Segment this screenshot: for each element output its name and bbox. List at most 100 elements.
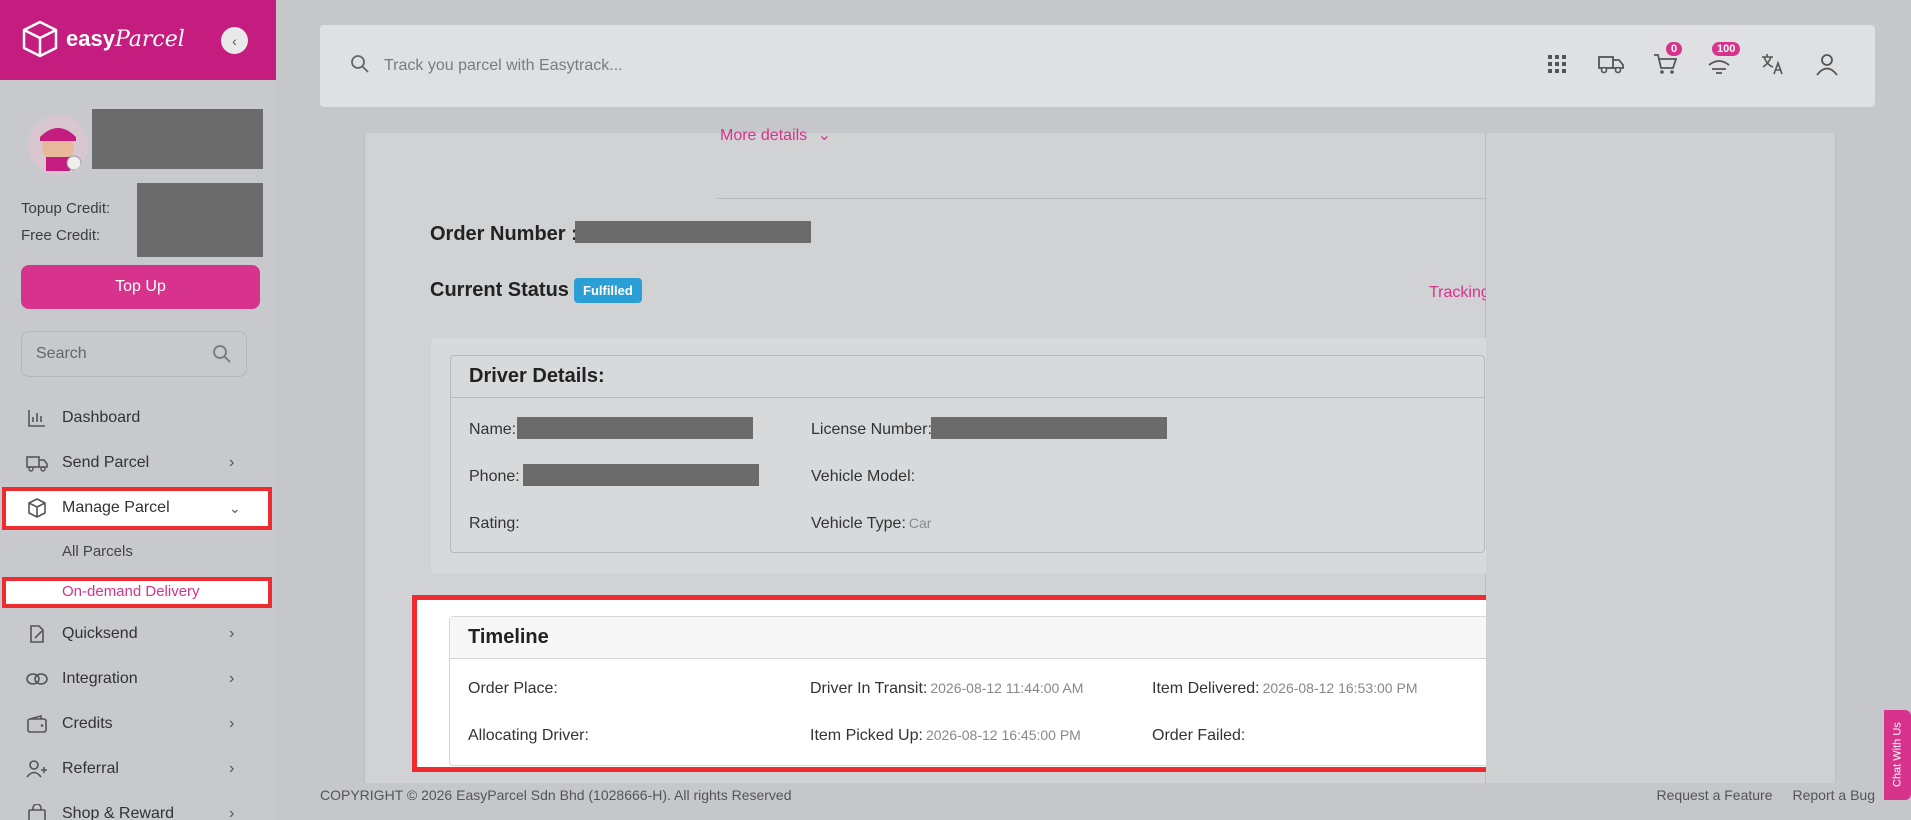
allocating-driver-label: Allocating Driver: bbox=[468, 727, 589, 744]
sidebar-item-credits[interactable]: Credits › bbox=[0, 702, 276, 746]
sidebar-item-label: Shop & Reward bbox=[62, 805, 175, 820]
chevron-right-icon: › bbox=[229, 454, 235, 471]
apps-grid-icon[interactable] bbox=[1544, 50, 1570, 78]
sidebar-item-send-parcel[interactable]: Send Parcel › bbox=[0, 441, 276, 485]
sidebar-item-dashboard[interactable]: Dashboard bbox=[0, 396, 276, 440]
avatar-mascot-icon bbox=[40, 128, 82, 171]
sidebar-item-quicksend[interactable]: Quicksend › bbox=[0, 612, 276, 656]
chevron-right-icon: › bbox=[229, 805, 235, 820]
truck-icon bbox=[26, 452, 48, 474]
redacted-license-number bbox=[931, 417, 1167, 439]
status-badge: Fulfilled bbox=[574, 278, 642, 303]
chevron-right-icon: › bbox=[229, 715, 235, 732]
chevron-right-icon: › bbox=[229, 670, 235, 687]
collapse-sidebar-button[interactable]: ‹ bbox=[221, 27, 248, 54]
top-up-button[interactable]: Top Up bbox=[21, 265, 260, 309]
chevron-right-icon: › bbox=[229, 760, 235, 777]
license-number-label: License Number: bbox=[811, 421, 932, 438]
redacted-credit-values bbox=[137, 183, 263, 257]
easytrack-search-input[interactable]: Track you parcel with Easytrack... bbox=[350, 43, 1500, 89]
chart-icon bbox=[26, 407, 48, 429]
sidebar-item-label: Dashboard bbox=[62, 409, 141, 426]
header-icons: 0 100 bbox=[1544, 42, 1840, 78]
easytrack-search-placeholder: Track you parcel with Easytrack... bbox=[384, 57, 623, 74]
sidebar-item-label: Integration bbox=[62, 670, 138, 687]
timeline-highlight: Timeline Order Place: Driver In Transit:… bbox=[412, 595, 1508, 772]
sidebar-item-integration[interactable]: Integration › bbox=[0, 657, 276, 701]
bag-icon bbox=[26, 803, 48, 820]
picked-up-label: Item Picked Up: bbox=[810, 727, 923, 744]
link-icon bbox=[26, 668, 48, 690]
delivery-truck-icon[interactable] bbox=[1598, 50, 1624, 78]
driver-details-title: Driver Details: bbox=[451, 356, 1484, 398]
more-details-label: More details bbox=[720, 127, 808, 144]
divider bbox=[717, 198, 1487, 199]
in-transit-label: Driver In Transit: bbox=[810, 680, 928, 697]
sidebar-search-placeholder: Search bbox=[36, 345, 87, 362]
chevron-right-icon: › bbox=[229, 625, 235, 642]
delivered-value: 2026-08-12 16:53:00 PM bbox=[1262, 680, 1418, 696]
tracking-link[interactable]: Tracking bbox=[1429, 284, 1490, 302]
driver-name-label: Name: bbox=[469, 421, 517, 438]
sidebar-item-label: Referral bbox=[62, 760, 119, 777]
sidebar-item-shop-reward[interactable]: Shop & Reward › bbox=[0, 792, 276, 820]
sidebar-item-label: Credits bbox=[62, 715, 113, 732]
sidebar-item-label: Manage Parcel bbox=[62, 499, 170, 516]
topup-credit-label: Topup Credit: bbox=[21, 200, 111, 217]
item-picked-up-field: Item Picked Up: 2026-08-12 16:45:00 PM bbox=[810, 727, 1081, 745]
driver-phone-label: Phone: bbox=[469, 468, 520, 485]
item-delivered-field: Item Delivered: 2026-08-12 16:53:00 PM bbox=[1152, 680, 1417, 698]
driver-details-section: Driver Details: Name: License Number: Ph… bbox=[450, 355, 1485, 553]
cart-icon[interactable]: 0 bbox=[1652, 42, 1683, 78]
box-logo-icon bbox=[22, 20, 58, 58]
current-status-label: Current Status : bbox=[430, 279, 582, 301]
timeline-title: Timeline bbox=[450, 617, 1490, 659]
sidebar-item-manage-parcel[interactable]: Manage Parcel ⌄ bbox=[0, 486, 276, 530]
sidebar: easyParcel ‹ Topup Credit: Free Credit: … bbox=[0, 0, 276, 820]
redacted-username bbox=[92, 109, 263, 169]
order-detail-card: More details ⌄ Order Number : Current St… bbox=[364, 127, 1508, 783]
chat-with-us-button[interactable]: Chat With Us bbox=[1884, 710, 1911, 800]
user-plus-icon bbox=[26, 758, 48, 780]
timeline-section: Timeline Order Place: Driver In Transit:… bbox=[449, 616, 1491, 766]
picked-up-value: 2026-08-12 16:45:00 PM bbox=[925, 727, 1081, 743]
order-place-label: Order Place: bbox=[468, 680, 558, 697]
easyparcel-logo[interactable]: easyParcel bbox=[22, 20, 185, 58]
search-icon bbox=[350, 54, 370, 79]
redacted-driver-phone bbox=[523, 464, 759, 486]
sidebar-search-input[interactable]: Search bbox=[21, 331, 247, 377]
vehicle-model-label: Vehicle Model: bbox=[811, 468, 916, 485]
logo-text: easyParcel bbox=[66, 26, 185, 52]
box-icon bbox=[26, 497, 48, 519]
right-side-panel bbox=[1486, 133, 1836, 783]
order-number-label: Order Number : bbox=[430, 223, 578, 245]
chevron-left-icon: ‹ bbox=[232, 32, 237, 49]
main-content: More details ⌄ Order Number : Current St… bbox=[320, 127, 1875, 783]
search-icon bbox=[213, 345, 231, 363]
order-failed-label: Order Failed: bbox=[1152, 727, 1246, 744]
avatar[interactable] bbox=[28, 115, 88, 175]
chevron-down-icon: ⌄ bbox=[229, 499, 241, 516]
user-profile-icon[interactable] bbox=[1814, 50, 1840, 78]
wallet-icon bbox=[26, 713, 48, 735]
translate-icon[interactable] bbox=[1760, 50, 1786, 78]
sidebar-subitem-on-demand-delivery[interactable]: On-demand Delivery bbox=[62, 583, 200, 600]
report-bug-link[interactable]: Report a Bug bbox=[1793, 787, 1876, 803]
sidebar-subitem-all-parcels[interactable]: All Parcels bbox=[62, 543, 133, 560]
brand-header: easyParcel ‹ bbox=[0, 0, 276, 80]
vehicle-type-field: Vehicle Type: Car bbox=[811, 515, 931, 533]
redacted-order-number bbox=[575, 221, 811, 243]
notification-icon[interactable]: 100 bbox=[1706, 42, 1741, 78]
edit-icon bbox=[26, 623, 48, 645]
driver-in-transit-field: Driver In Transit: 2026-08-12 11:44:00 AM bbox=[810, 680, 1083, 698]
cart-count-badge: 0 bbox=[1666, 42, 1683, 56]
in-transit-value: 2026-08-12 11:44:00 AM bbox=[930, 680, 1084, 696]
sidebar-item-referral[interactable]: Referral › bbox=[0, 747, 276, 791]
delivered-label: Item Delivered: bbox=[1152, 680, 1260, 697]
vehicle-type-label: Vehicle Type: bbox=[811, 515, 906, 532]
top-header: Track you parcel with Easytrack... 0 100 bbox=[320, 25, 1875, 107]
chevron-down-icon: ⌄ bbox=[817, 127, 832, 144]
more-details-link[interactable]: More details ⌄ bbox=[720, 125, 831, 145]
request-feature-link[interactable]: Request a Feature bbox=[1657, 787, 1773, 803]
footer-links: Request a Feature Report a Bug bbox=[1657, 787, 1875, 803]
